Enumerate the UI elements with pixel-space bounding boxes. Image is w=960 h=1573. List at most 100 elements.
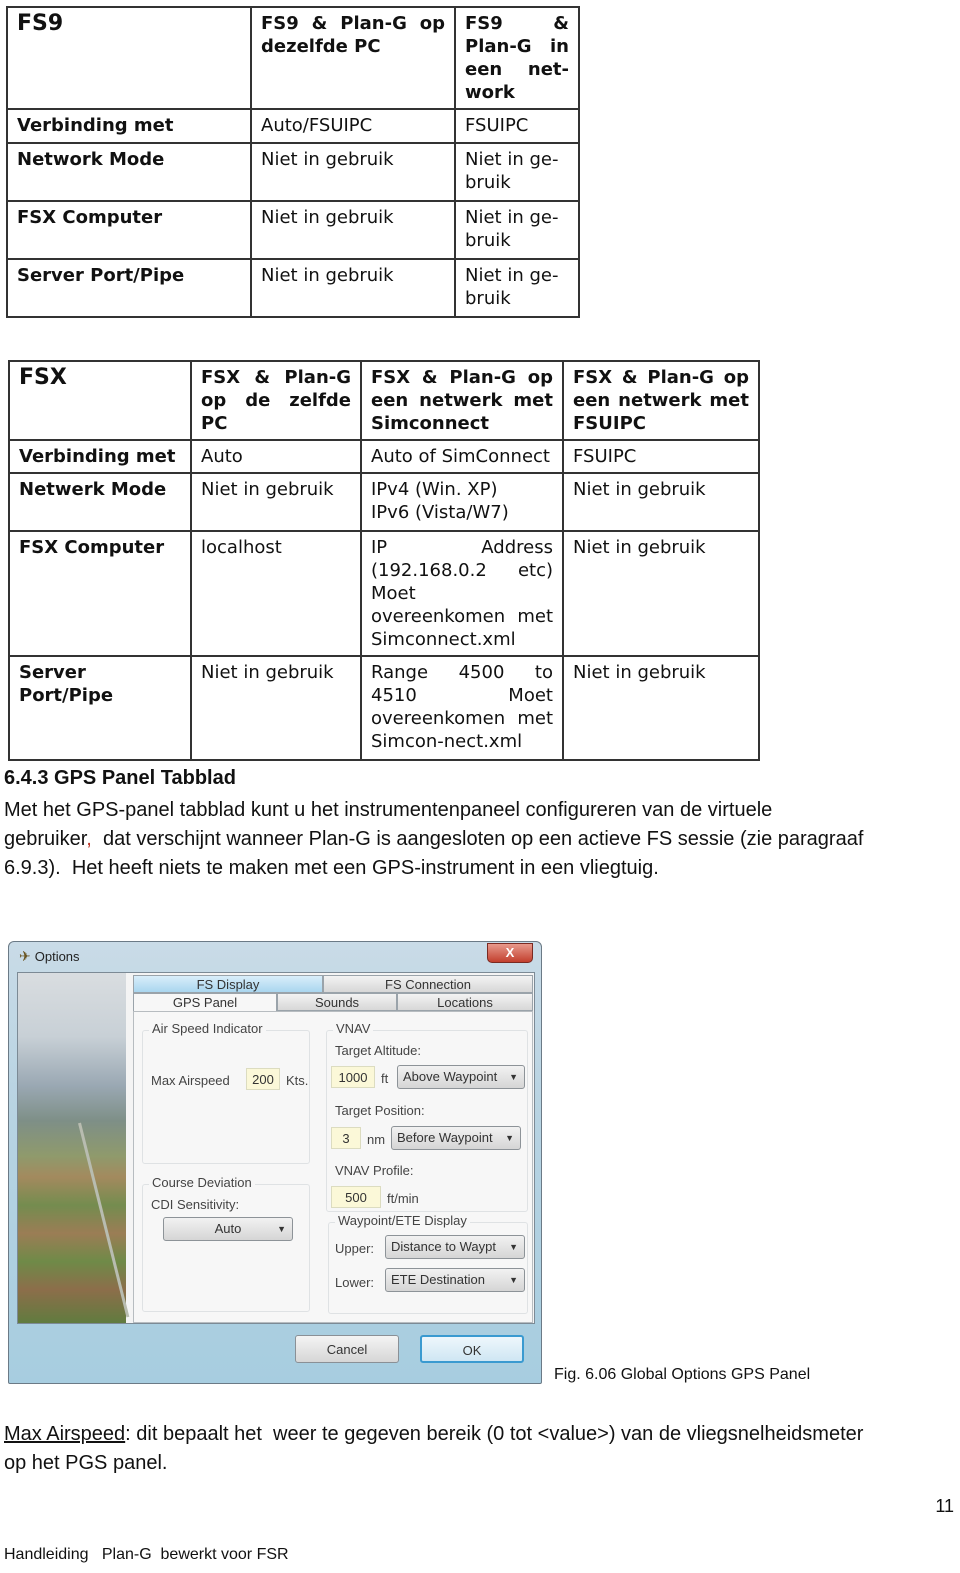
table-corner-cell: FS9 — [6, 6, 252, 110]
table-row: Network Mode Niet in gebruik Niet in ge-… — [6, 142, 580, 202]
row-header: Network Mode — [6, 142, 252, 202]
table-cell: FSUIPC — [562, 439, 760, 474]
course-deviation-group: Course Deviation CDI Sensitivity: Auto ▼ — [142, 1175, 310, 1312]
row-header: Verbinding met — [8, 439, 192, 474]
table-cell: Niet in gebruik — [190, 655, 362, 761]
table-row: Server Port/Pipe Niet in gebruik Niet in… — [6, 258, 580, 318]
table-row: Verbinding met Auto Auto of SimConnect F… — [8, 439, 760, 474]
row-header: Netwerk Mode — [8, 472, 192, 532]
table-row: Server Port/Pipe Niet in gebruik Range 4… — [8, 655, 760, 761]
tab-fs-display[interactable]: FS Display — [133, 975, 323, 993]
profile-unit-label: ft/min — [387, 1191, 419, 1206]
dropdown-arrow-icon: ▼ — [505, 1133, 514, 1143]
table-cell: IP Address (192.168.0.2 etc) Moet overee… — [360, 530, 564, 657]
row-header: Verbinding met — [6, 108, 252, 144]
lower-display-select[interactable]: ETE Destination ▼ — [385, 1268, 525, 1292]
column-header: FSX & Plan-G op de zelfde PC — [190, 360, 362, 441]
select-value: Auto — [214, 1221, 242, 1236]
fs9-settings-table: FS9 FS9 & Plan-G op dezelfde PC FS9 & Pl… — [6, 6, 580, 318]
gps-panel-tab-content: Air Speed Indicator Max Airspeed 200 Kts… — [133, 1011, 533, 1323]
tab-row-bottom: GPS Panel Sounds Locations — [133, 993, 533, 1011]
dialog-titlebar: ✈ Options — [19, 948, 80, 965]
row-header: Server Port/Pipe — [6, 258, 252, 318]
column-header: FSX & Plan-G op een netwerk met Simconne… — [360, 360, 564, 441]
paragraph-line: gebruiker, dat verschijnt wanneer Plan-G… — [4, 825, 863, 854]
paragraph-line: Max Airspeed: dit bepaalt het weer te ge… — [4, 1420, 863, 1449]
select-value: Distance to Waypt — [391, 1239, 497, 1254]
vnav-group: VNAV Target Altitude: 1000 ft Above Wayp… — [326, 1021, 528, 1212]
figure-caption: Fig. 6.06 Global Options GPS Panel — [554, 1366, 811, 1383]
table-cell: Niet in gebruik — [250, 200, 456, 260]
page-number: 11 — [935, 1496, 954, 1516]
tab-row-top: FS Display FS Connection — [133, 975, 533, 993]
table-cell: FSUIPC — [454, 108, 580, 144]
airspeed-unit-label: Kts. — [286, 1073, 309, 1088]
table-cell: Range 4500 to 4510 Moet overeenkomen met… — [360, 655, 564, 761]
dropdown-arrow-icon: ▼ — [509, 1242, 518, 1252]
table-cell: Auto/FSUIPC — [250, 108, 456, 144]
upper-display-select[interactable]: Distance to Waypt ▼ — [385, 1235, 525, 1259]
cancel-button[interactable]: Cancel — [295, 1335, 399, 1363]
vnav-profile-label: VNAV Profile: — [335, 1163, 414, 1178]
term-max-airspeed: Max Airspeed — [4, 1423, 126, 1445]
section-heading: 6.4.3 GPS Panel Tabblad — [4, 767, 236, 789]
tab-locations[interactable]: Locations — [397, 993, 533, 1011]
table-cell: Niet in gebruik — [250, 142, 456, 202]
table-row: FSX Computer Niet in gebruik Niet in ge-… — [6, 200, 580, 260]
table-cell: Niet in gebruik — [562, 530, 760, 657]
ok-button[interactable]: OK — [420, 1335, 524, 1363]
paragraph-intro: Met het GPS-panel tabblad kunt u het ins… — [4, 796, 863, 883]
target-altitude-label: Target Altitude: — [335, 1043, 421, 1058]
row-header: Server Port/Pipe — [8, 655, 192, 761]
tab-fs-connection[interactable]: FS Connection — [323, 975, 533, 993]
cdi-sensitivity-label: CDI Sensitivity: — [151, 1197, 240, 1212]
row-header: FSX Computer — [8, 530, 192, 657]
group-label: Waypoint/ETE Display — [335, 1213, 470, 1228]
cell-line: IPv6 (Vista/W7) — [371, 502, 509, 523]
column-header: FS9 & Plan-G op dezelfde PC — [250, 6, 456, 110]
fsx-settings-table: FSX FSX & Plan-G op de zelfde PC FSX & P… — [8, 360, 760, 761]
waypoint-ete-display-group: Waypoint/ETE Display Upper: Distance to … — [328, 1213, 528, 1314]
max-airspeed-input[interactable]: 200 — [246, 1068, 280, 1090]
cdi-sensitivity-select[interactable]: Auto ▼ — [163, 1217, 293, 1241]
target-position-input[interactable]: 3 — [331, 1127, 361, 1149]
table-cell: Niet in ge-bruik — [454, 142, 580, 202]
dialog-title: Options — [34, 949, 80, 964]
table-cell: Niet in gebruik — [250, 258, 456, 318]
max-airspeed-label: Max Airspeed — [151, 1073, 230, 1088]
group-label: Air Speed Indicator — [149, 1021, 266, 1036]
table-cell: Auto — [190, 439, 362, 474]
tab-sounds[interactable]: Sounds — [277, 993, 397, 1011]
position-reference-select[interactable]: Before Waypoint ▼ — [391, 1126, 521, 1150]
table-cell: Auto of SimConnect — [360, 439, 564, 474]
tab-gps-panel[interactable]: GPS Panel — [133, 993, 277, 1011]
plane-app-icon: ✈ — [19, 948, 31, 964]
table-cell: IPv4 (Win. XP) IPv6 (Vista/W7) — [360, 472, 564, 532]
paragraph-line: Met het GPS-panel tabblad kunt u het ins… — [4, 799, 773, 821]
table-cell: Niet in gebruik — [562, 655, 760, 761]
row-header: FSX Computer — [6, 200, 252, 260]
aerial-photo-image — [18, 973, 126, 1323]
table-row: Verbinding met Auto/FSUIPC FSUIPC — [6, 108, 580, 144]
table-row: Netwerk Mode Niet in gebruik IPv4 (Win. … — [8, 472, 760, 532]
table-header-row: FSX FSX & Plan-G op de zelfde PC FSX & P… — [8, 360, 760, 441]
air-speed-indicator-group: Air Speed Indicator Max Airspeed 200 Kts… — [142, 1021, 310, 1164]
lower-label: Lower: — [335, 1275, 375, 1290]
text-span: : dit bepaalt het weer te gegeven bereik… — [125, 1423, 864, 1445]
vnav-profile-input[interactable]: 500 — [331, 1186, 381, 1208]
text-span: gebruiker — [4, 828, 87, 850]
table-cell: Niet in gebruik — [562, 472, 760, 532]
altitude-reference-select[interactable]: Above Waypoint ▼ — [397, 1065, 525, 1089]
group-label: Course Deviation — [149, 1175, 255, 1190]
close-button[interactable]: X — [487, 943, 533, 963]
page-footer: Handleiding Plan-G bewerkt voor FSR — [4, 1546, 289, 1563]
group-label: VNAV — [333, 1021, 374, 1036]
table-cell: Niet in ge-bruik — [454, 258, 580, 318]
table-corner-cell: FSX — [8, 360, 192, 441]
select-value: Above Waypoint — [403, 1069, 498, 1084]
target-altitude-input[interactable]: 1000 — [331, 1066, 375, 1088]
paragraph-max-airspeed: Max Airspeed: dit bepaalt het weer te ge… — [4, 1420, 863, 1478]
table-header-row: FS9 FS9 & Plan-G op dezelfde PC FS9 & Pl… — [6, 6, 580, 110]
dropdown-arrow-icon: ▼ — [277, 1224, 286, 1234]
dialog-client-area: FS Display FS Connection GPS Panel Sound… — [17, 972, 535, 1324]
